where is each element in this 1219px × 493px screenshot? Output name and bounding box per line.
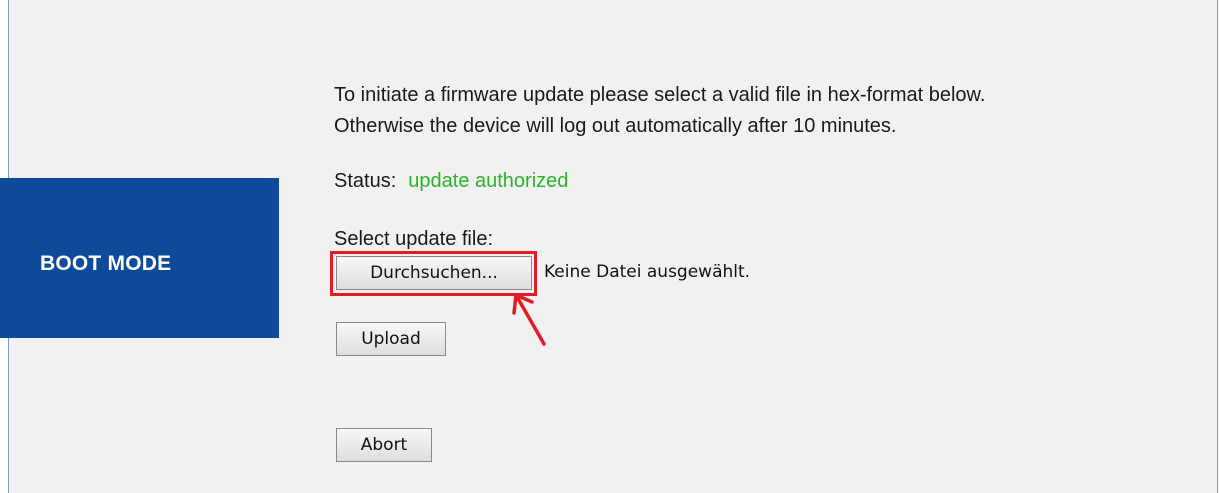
status-row: Status: update authorized — [334, 170, 568, 193]
boot-mode-label: BOOT MODE — [40, 252, 172, 275]
intro-line-2: Otherwise the device will log out automa… — [334, 115, 897, 137]
abort-button[interactable]: Abort — [336, 428, 432, 462]
select-file-label: Select update file: — [334, 228, 493, 250]
upload-button[interactable]: Upload — [336, 322, 446, 356]
intro-text: To initiate a firmware update please sel… — [334, 80, 985, 142]
status-label: Status: — [334, 170, 397, 192]
intro-line-1: To initiate a firmware update please sel… — [334, 84, 986, 106]
browse-button[interactable]: Durchsuchen... — [336, 256, 532, 290]
status-value: update authorized — [408, 170, 569, 192]
pointer-arrow-icon — [512, 293, 546, 346]
no-file-selected-text: Keine Datei ausgewählt. — [544, 262, 751, 282]
